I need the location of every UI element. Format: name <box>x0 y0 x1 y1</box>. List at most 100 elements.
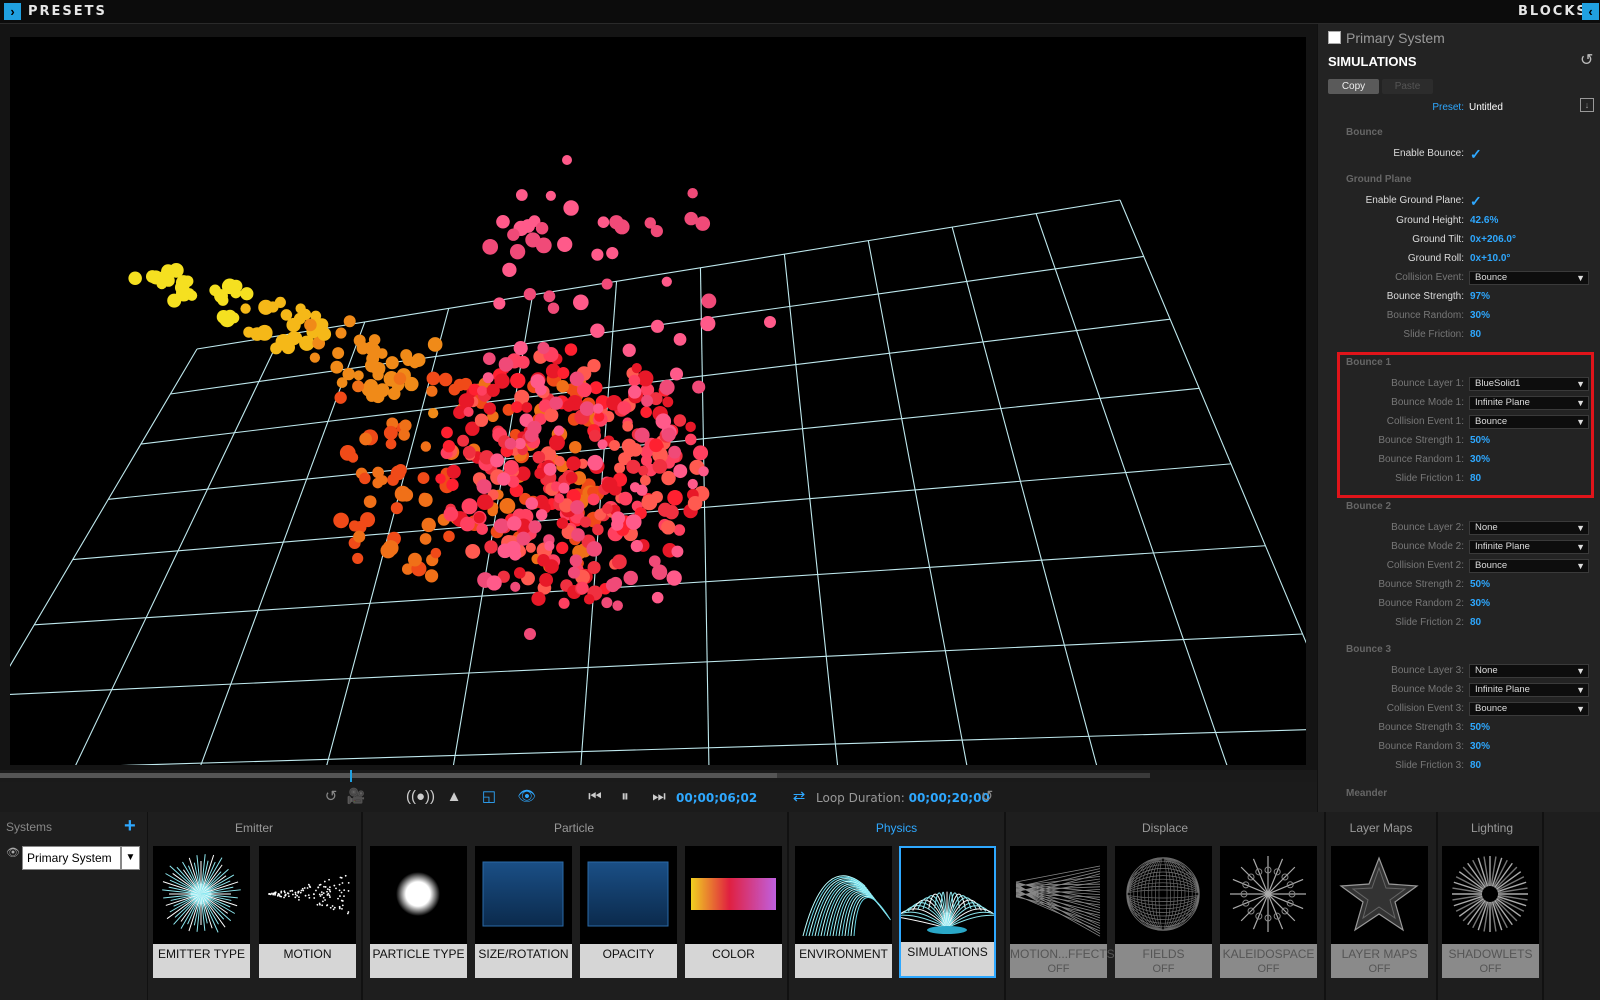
bounce-mode-2-dropdown[interactable]: Infinite Plane ▼ <box>1469 540 1589 554</box>
slide-friction-2-value[interactable]: 80 <box>1470 614 1481 632</box>
copy-button[interactable]: Copy <box>1328 79 1379 94</box>
bounce-mode-3-dropdown[interactable]: Infinite Plane ▼ <box>1469 683 1589 697</box>
collision-event-3-dropdown[interactable]: Bounce ▼ <box>1469 702 1589 716</box>
skip-back-icon[interactable]: ⏮ <box>586 788 604 806</box>
collision-event-2-dropdown[interactable]: Bounce ▼ <box>1469 559 1589 573</box>
particle <box>622 420 634 432</box>
spray-dot <box>313 897 316 899</box>
kaleidoscope-icon <box>1229 855 1306 933</box>
enable-ground-plane-checkbox[interactable]: ✓ <box>1470 193 1482 209</box>
current-time[interactable]: 00;00;06;02 <box>676 791 757 805</box>
bounce-strength-3-value[interactable]: 50% <box>1470 719 1490 737</box>
sphere-icon <box>396 872 440 916</box>
tile-label: ENVIRONMENT <box>795 944 892 978</box>
particle <box>580 516 592 528</box>
undo-icon[interactable]: ↺ <box>322 788 340 806</box>
tile-motion[interactable]: MOTION <box>259 846 356 978</box>
bounce-strength-value[interactable]: 97% <box>1470 288 1490 306</box>
particle <box>240 287 254 301</box>
ground-roll-value[interactable]: 0x+10.0° <box>1470 250 1510 268</box>
dropdown-arrow-icon: ▼ <box>1576 561 1585 571</box>
tile-shadowlets[interactable]: SHADOWLETS OFF <box>1442 846 1539 978</box>
particle <box>661 276 672 287</box>
chevron-left-icon[interactable]: ‹ <box>1582 3 1599 20</box>
pause-icon[interactable]: ⏸ <box>616 788 634 806</box>
reset-loop-icon[interactable]: ↺ <box>978 788 996 806</box>
tile-color[interactable]: COLOR <box>685 846 782 978</box>
particle <box>493 297 506 310</box>
bounce-random-value[interactable]: 30% <box>1470 307 1490 325</box>
spray-dot <box>315 889 317 892</box>
tile-simulations[interactable]: SIMULATIONS <box>899 846 996 978</box>
add-system-icon[interactable]: + <box>124 815 136 838</box>
ground-tilt-value[interactable]: 0x+206.0° <box>1470 231 1516 249</box>
tile-size-rotation[interactable]: SIZE/ROTATION <box>475 846 572 978</box>
particle <box>562 155 572 165</box>
ground-tilt-row: Ground Tilt: 0x+206.0° <box>1318 231 1600 249</box>
spray-dot <box>318 893 321 896</box>
tile-fields[interactable]: FIELDS OFF <box>1115 846 1212 978</box>
playhead[interactable] <box>350 770 352 782</box>
preset-value[interactable]: Untitled <box>1469 102 1503 113</box>
particle <box>388 387 401 400</box>
spray-dot <box>329 896 331 898</box>
tile-emitter-type[interactable]: EMITTER TYPE <box>153 846 250 978</box>
slide-friction-value[interactable]: 80 <box>1470 326 1481 344</box>
particle <box>544 408 559 423</box>
save-preset-icon[interactable]: ↓ <box>1580 98 1594 112</box>
particle <box>590 323 605 338</box>
reset-icon[interactable]: ↺ <box>1580 50 1593 70</box>
spray-dot <box>319 895 322 897</box>
divider <box>1004 812 1006 1000</box>
system-enable-checkbox[interactable] <box>1328 31 1341 44</box>
tile-label: SIMULATIONS <box>901 942 994 976</box>
particle <box>558 597 570 609</box>
spray-dot <box>343 889 346 892</box>
tile-opacity[interactable]: OPACITY <box>580 846 677 978</box>
collision-event-dropdown[interactable]: Bounce ▼ <box>1469 271 1589 285</box>
ground-height-value[interactable]: 42.6% <box>1470 212 1498 230</box>
tile-label: MOTION...FFECTS OFF <box>1010 944 1115 978</box>
spray-dot <box>322 900 324 903</box>
eye-icon[interactable]: 👁 <box>6 846 20 859</box>
kaleido-spoke <box>1240 893 1269 922</box>
particle-viewport[interactable] <box>10 37 1306 765</box>
tile-label: COLOR <box>685 944 782 978</box>
eye-icon[interactable]: 👁 <box>515 788 539 806</box>
kaleido-spoke <box>1240 866 1269 895</box>
broadcast-icon[interactable]: ((●)) <box>406 788 435 806</box>
grid-toggle-icon[interactable]: ▲ <box>442 788 466 806</box>
timeline-scrubber[interactable] <box>0 770 1317 782</box>
presets-title[interactable]: PRESETS <box>28 4 107 19</box>
tile-kaleidospace[interactable]: KALEIDOSPACE OFF <box>1220 846 1317 978</box>
tile-motion-effects[interactable]: MOTION...FFECTS OFF <box>1010 846 1115 978</box>
particle <box>359 432 372 446</box>
bounce-layer-2-dropdown[interactable]: None ▼ <box>1469 521 1589 535</box>
tile-layer-maps[interactable]: LAYER MAPS OFF <box>1331 846 1428 978</box>
slide-friction-3-value[interactable]: 80 <box>1470 757 1481 775</box>
spray-dot <box>343 895 345 898</box>
system-dropdown-icon[interactable]: ▼ <box>121 846 140 870</box>
tile-particle-type[interactable]: PARTICLE TYPE <box>370 846 467 978</box>
enable-bounce-checkbox[interactable]: ✓ <box>1470 146 1482 162</box>
chevron-right-icon[interactable]: › <box>4 3 21 20</box>
bounce-layer-3-dropdown[interactable]: None ▼ <box>1469 664 1589 678</box>
spray-dot <box>307 894 310 897</box>
tile-label: OPACITY <box>580 944 677 978</box>
particle <box>356 341 370 355</box>
loop-icon[interactable]: ⇄ <box>790 788 808 806</box>
paste-button[interactable]: Paste <box>1382 79 1433 94</box>
particle <box>649 438 663 453</box>
skip-forward-icon[interactable]: ⏭ <box>650 788 668 806</box>
camera-icon[interactable]: 🎥 <box>344 788 368 806</box>
bounce-splash-icon <box>901 891 994 934</box>
particle <box>687 478 698 490</box>
particle <box>556 541 569 554</box>
bounce-random-3-value[interactable]: 30% <box>1470 738 1490 756</box>
bounce-strength-2-value[interactable]: 50% <box>1470 576 1490 594</box>
window-icon[interactable]: ◱ <box>479 788 499 806</box>
bounce-random-2-value[interactable]: 30% <box>1470 595 1490 613</box>
system-select[interactable]: Primary System <box>22 846 121 870</box>
blocks-title[interactable]: BLOCKS <box>1518 4 1588 19</box>
tile-environment[interactable]: ENVIRONMENT <box>795 846 892 978</box>
